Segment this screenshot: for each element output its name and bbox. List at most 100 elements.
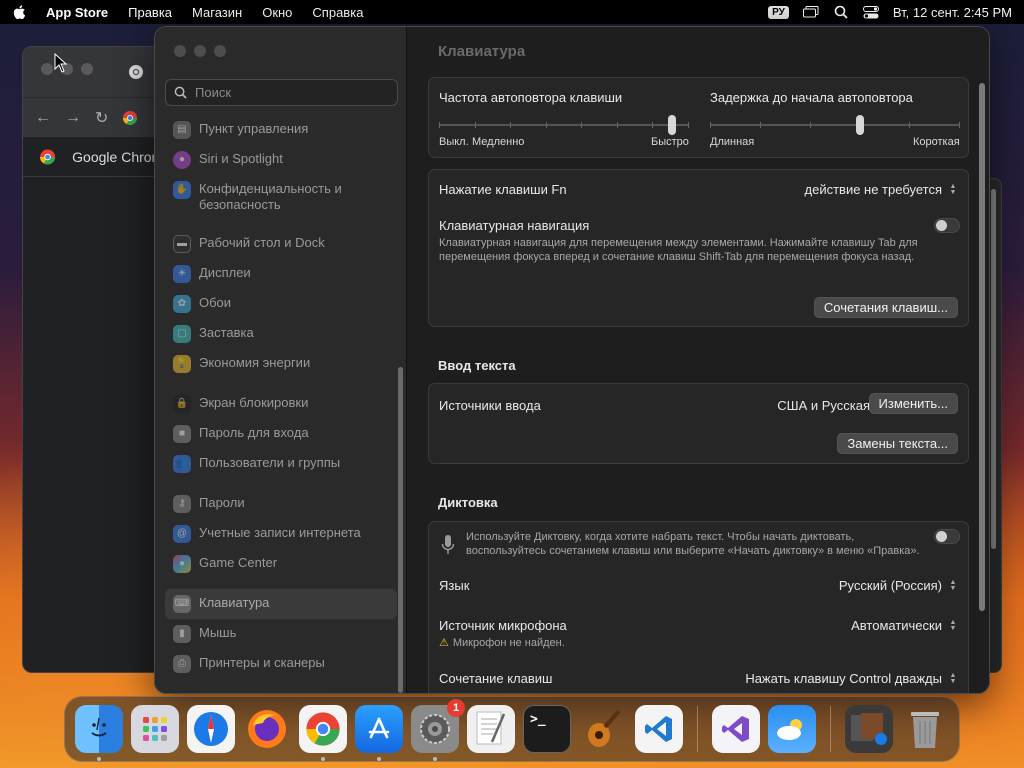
menubar-clock[interactable]: Вт, 12 сент. 2:45 PM xyxy=(893,5,1012,20)
mic-source-value: Автоматически xyxy=(851,618,942,633)
sidebar-item-mouse[interactable]: ▮ Мышь xyxy=(165,619,397,649)
repeat-delay-slider[interactable] xyxy=(710,115,960,135)
input-sources-value: США и Русская xyxy=(777,398,870,413)
sidebar-item-label: Siri и Spotlight xyxy=(199,151,283,166)
chrome-tab-favicon-icon[interactable] xyxy=(128,64,144,80)
finder-icon[interactable] xyxy=(75,705,123,761)
minimize-button[interactable] xyxy=(194,45,206,57)
reload-icon[interactable]: ↻ xyxy=(95,108,108,128)
notification-badge: 1 xyxy=(447,699,465,717)
keyboard-nav-toggle[interactable] xyxy=(934,218,960,233)
launchpad-icon[interactable] xyxy=(131,705,179,753)
terminal-icon[interactable]: >_ xyxy=(523,705,571,753)
sidebar-item-label: Game Center xyxy=(199,555,278,570)
keyboard-nav-label: Клавиатурная навигация xyxy=(439,218,590,233)
zoom-button[interactable] xyxy=(81,63,93,75)
chrome-omnibox-icon[interactable] xyxy=(122,110,138,126)
sidebar-item-displays[interactable]: ☀ Дисплеи xyxy=(165,259,397,289)
input-sources-label: Источники ввода xyxy=(439,398,541,413)
text-replacements-button[interactable]: Замены текста... xyxy=(837,433,958,454)
sidebar-item-label: Учетные записи интернета xyxy=(199,525,361,540)
forward-arrow-icon[interactable]: → xyxy=(65,109,81,127)
sidebar-item-screensaver[interactable]: ▢ Заставка xyxy=(165,319,397,349)
menu-edit[interactable]: Правка xyxy=(128,5,172,20)
back-arrow-icon[interactable]: ← xyxy=(35,109,51,127)
printer-icon: ⎙ xyxy=(173,655,191,673)
sidebar-item-energy[interactable]: 💡 Экономия энергии xyxy=(165,349,397,379)
dictation-toggle[interactable] xyxy=(934,529,960,544)
system-settings-icon[interactable]: 1 xyxy=(411,699,465,761)
sidebar-item-privacy[interactable]: ✋ Конфиденциальность и безопасность xyxy=(165,175,397,219)
slider-tick xyxy=(439,122,440,128)
language-popup[interactable]: Русский (Россия) ▲ ▼ xyxy=(839,578,958,593)
dictation-description: Используйте Диктовку, когда хотите набра… xyxy=(466,531,920,557)
dictation-shortcut-value: Нажать клавишу Control дважды xyxy=(745,671,942,686)
vscode-icon[interactable] xyxy=(635,705,683,753)
slider-tick xyxy=(710,122,711,128)
fn-key-value: действие не требуется xyxy=(804,182,943,197)
keyboard-icon: ⌨ xyxy=(173,595,191,613)
energy-icon: 💡 xyxy=(173,355,191,373)
dock-separator xyxy=(697,706,698,752)
privacy-hand-icon: ✋ xyxy=(173,181,191,199)
apple-menu-icon[interactable] xyxy=(12,4,28,20)
sidebar-item-printers[interactable]: ⎙ Принтеры и сканеры xyxy=(165,649,397,679)
visual-studio-icon[interactable] xyxy=(712,705,760,753)
fn-key-popup[interactable]: действие не требуется ▲ ▼ xyxy=(805,182,959,197)
app-store-icon[interactable] xyxy=(355,705,403,761)
control-center-icon[interactable] xyxy=(862,5,879,19)
menu-store[interactable]: Магазин xyxy=(192,5,242,20)
input-source-indicator[interactable]: РУ xyxy=(768,5,789,19)
zoom-button[interactable] xyxy=(214,45,226,57)
slider-tick xyxy=(581,122,582,128)
safari-icon[interactable] xyxy=(187,705,235,753)
content-scrollbar[interactable] xyxy=(979,83,985,611)
key-repeat-slider[interactable] xyxy=(439,115,689,135)
keyboard-shortcuts-button[interactable]: Сочетания клавиш... xyxy=(813,297,958,318)
settings-content: Клавиатура Частота автоповтора клавиши З… xyxy=(407,27,989,693)
firefox-icon[interactable] xyxy=(243,705,291,753)
sidebar-item-label: Экономия энергии xyxy=(199,355,311,370)
garageband-icon[interactable] xyxy=(579,705,627,753)
warning-icon: ⚠ xyxy=(439,637,449,649)
close-button[interactable] xyxy=(174,45,186,57)
background-window-scrollbar[interactable] xyxy=(991,189,996,549)
weather-icon[interactable] xyxy=(768,705,816,753)
slider-tick xyxy=(510,122,511,128)
menu-app-name[interactable]: App Store xyxy=(46,5,108,20)
slider-tick xyxy=(909,122,910,128)
menu-window[interactable]: Окно xyxy=(262,5,292,20)
sidebar-item-passwords[interactable]: ⚷ Пароли xyxy=(165,489,397,519)
sidebar-item-siri[interactable]: ● Siri и Spotlight xyxy=(165,145,397,175)
dictation-shortcut-popup[interactable]: Нажать клавишу Control дважды ▲ ▼ xyxy=(745,671,958,686)
sidebar-item-users-groups[interactable]: 👥 Пользователи и группы xyxy=(165,449,397,479)
textedit-icon[interactable] xyxy=(467,705,515,753)
spotlight-search-icon[interactable] xyxy=(833,5,849,19)
sidebar-item-control-center[interactable]: ▤ Пункт управления xyxy=(165,115,397,145)
slider-tick xyxy=(688,122,689,128)
downloads-stack-icon[interactable] xyxy=(845,705,893,753)
sidebar-item-internet-accounts[interactable]: @ Учетные записи интернета xyxy=(165,519,397,549)
sidebar-item-keyboard[interactable]: ⌨ Клавиатура xyxy=(165,589,397,619)
sidebar-item-wallpaper[interactable]: ✿ Обои xyxy=(165,289,397,319)
control-center-icon: ▤ xyxy=(173,121,191,139)
sidebar-scrollbar[interactable] xyxy=(398,367,403,693)
trash-icon[interactable] xyxy=(901,705,949,753)
game-center-icon: ● xyxy=(173,555,191,573)
sidebar-item-desktop-dock[interactable]: ▬ Рабочий стол и Dock xyxy=(165,229,397,259)
sidebar-item-lock-screen[interactable]: 🔒 Экран блокировки xyxy=(165,389,397,419)
sidebar-item-label: Экран блокировки xyxy=(199,395,309,410)
mic-warning: Микрофон не найден. xyxy=(452,637,565,649)
search-input[interactable] xyxy=(195,85,385,100)
slider-knob[interactable] xyxy=(856,115,864,135)
edit-input-sources-button[interactable]: Изменить... xyxy=(868,393,958,414)
sidebar-item-game-center[interactable]: ● Game Center xyxy=(165,549,397,579)
close-button[interactable] xyxy=(41,63,53,75)
sidebar-item-login-password[interactable]: ■ Пароль для входа xyxy=(165,419,397,449)
users-groups-icon: 👥 xyxy=(173,455,191,473)
slider-knob[interactable] xyxy=(668,115,676,135)
mic-source-popup[interactable]: Автоматически ▲ ▼ xyxy=(851,618,958,633)
screen-mirroring-icon[interactable] xyxy=(802,5,819,19)
menu-help[interactable]: Справка xyxy=(312,5,363,20)
chrome-icon[interactable] xyxy=(299,705,347,761)
